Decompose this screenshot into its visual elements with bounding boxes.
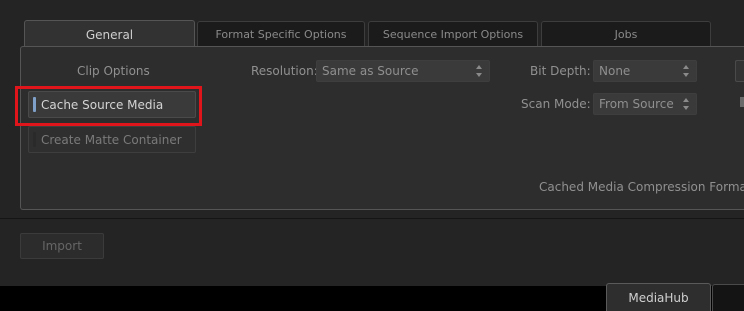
tab-sequence-import-options[interactable]: Sequence Import Options	[368, 21, 538, 46]
up-down-arrows-icon	[683, 98, 689, 110]
bit-depth-value: None	[599, 64, 631, 78]
tab-format-specific-options-label: Format Specific Options	[215, 27, 347, 41]
resolution-select[interactable]: Same as Source	[316, 60, 490, 82]
resolution-label: Resolution:	[251, 64, 318, 78]
bit-depth-select[interactable]: None	[593, 60, 697, 82]
bit-depth-label: Bit Depth:	[530, 64, 591, 78]
toggle-indicator-icon	[33, 132, 36, 147]
tab-secondary[interactable]	[712, 284, 744, 311]
tab-jobs[interactable]: Jobs	[541, 21, 711, 46]
cropped-control[interactable]	[735, 60, 744, 82]
tab-general[interactable]: General	[24, 20, 195, 48]
tab-format-specific-options[interactable]: Format Specific Options	[197, 21, 365, 46]
cropped-label-fragment	[740, 97, 744, 107]
import-button[interactable]: Import	[20, 233, 104, 259]
create-matte-container-label: Create Matte Container	[41, 132, 182, 147]
scan-mode-label: Scan Mode:	[521, 97, 591, 111]
up-down-arrows-icon	[476, 65, 482, 77]
cached-media-compression-label: Cached Media Compression Format	[539, 180, 744, 194]
scan-mode-value: From Source	[599, 97, 674, 111]
divider	[0, 218, 744, 219]
resolution-value: Same as Source	[322, 64, 419, 78]
scan-mode-select[interactable]: From Source	[593, 93, 697, 115]
create-matte-container-button[interactable]: Create Matte Container	[28, 126, 196, 153]
tab-bar: General Format Specific Options Sequence…	[0, 0, 744, 48]
tab-sequence-import-options-label: Sequence Import Options	[382, 27, 524, 41]
media-import-window: General Format Specific Options Sequence…	[0, 0, 744, 286]
up-down-arrows-icon	[683, 65, 689, 77]
tab-mediahub[interactable]: MediaHub	[606, 283, 711, 311]
import-button-label: Import	[42, 239, 82, 253]
highlight-box	[15, 86, 202, 126]
tab-jobs-label: Jobs	[614, 27, 638, 41]
tab-mediahub-label: MediaHub	[628, 290, 689, 305]
tab-general-label: General	[85, 27, 134, 42]
clip-options-heading: Clip Options	[77, 64, 150, 78]
